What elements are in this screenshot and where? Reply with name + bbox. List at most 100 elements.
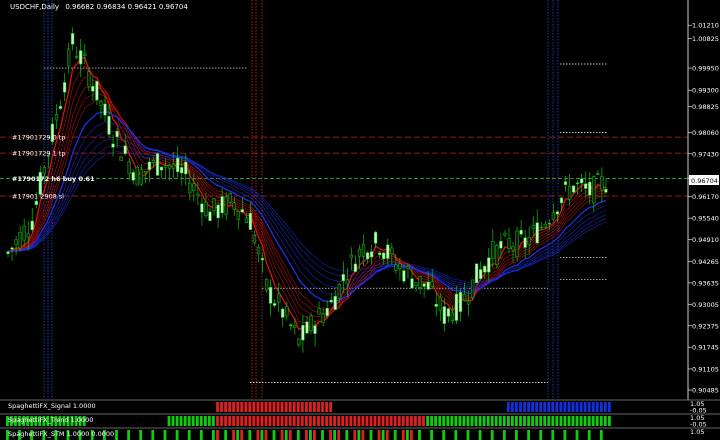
indicator-bar xyxy=(139,430,143,440)
candle-body xyxy=(6,251,10,254)
subwindow-scale-top: 1.05 xyxy=(690,428,704,436)
candle-body xyxy=(224,196,228,215)
indicator-bar xyxy=(587,416,591,426)
indicator-bar xyxy=(539,402,543,412)
candle-body xyxy=(337,283,341,299)
indicator-bar xyxy=(313,402,316,412)
indicator-bar xyxy=(369,430,373,440)
indicator-bar xyxy=(171,416,175,426)
mt4-chart-window[interactable]: USDCHF,Daily 0.96682 0.96834 0.96421 0.9… xyxy=(0,0,720,440)
candle-body xyxy=(143,171,148,174)
indicator-bar xyxy=(329,416,332,426)
indicator-bar xyxy=(599,416,603,426)
price-tick-label: 0.99300 xyxy=(692,87,719,95)
candle-body xyxy=(487,257,491,273)
candle-body xyxy=(321,313,325,323)
indicator-bar xyxy=(240,430,244,440)
candle-body xyxy=(252,235,257,243)
indicator-bar xyxy=(244,402,248,412)
indicator-bar xyxy=(575,416,579,426)
candle-body xyxy=(353,263,358,272)
candle-body xyxy=(70,33,75,45)
candle-body xyxy=(519,229,523,235)
candle-body xyxy=(559,197,564,204)
indicator-bar xyxy=(224,402,227,412)
candle-body xyxy=(176,157,180,173)
candle-body xyxy=(503,232,507,236)
price-tick-label: 0.95540 xyxy=(692,215,719,223)
price-tick-label: 0.94265 xyxy=(692,258,719,266)
candle-body xyxy=(418,276,422,288)
indicator-bar xyxy=(462,416,466,426)
indicator-bar xyxy=(329,430,332,440)
ma-line xyxy=(7,111,607,303)
indicator-bar xyxy=(482,416,486,426)
indicator-bar xyxy=(446,416,450,426)
indicator-bar xyxy=(317,402,320,412)
indicator-bar xyxy=(579,416,583,426)
candle-body xyxy=(91,86,95,92)
indicator-bar xyxy=(264,430,268,440)
indicator-bar xyxy=(527,430,530,440)
ma-line xyxy=(7,121,607,295)
indicator-bar xyxy=(288,402,292,412)
candle-body xyxy=(580,178,584,184)
indicator-bar xyxy=(502,416,506,426)
indicator-bar xyxy=(292,416,296,426)
indicator-bar xyxy=(559,402,563,412)
indicator-bar xyxy=(167,416,171,426)
indicator-bar xyxy=(252,416,256,426)
candle-body xyxy=(386,244,390,259)
indicator-bar xyxy=(563,430,567,440)
indicator-bar xyxy=(252,402,256,412)
candle-body xyxy=(305,321,309,334)
indicator-bar xyxy=(454,416,458,426)
ma-line xyxy=(7,65,606,326)
indicator-bar xyxy=(220,402,223,412)
candle-body xyxy=(511,246,515,251)
candle-body xyxy=(167,165,172,169)
indicator-bar xyxy=(309,430,312,440)
subwindow-label: SpaghettiFX_STM 1.0000 0.0000 xyxy=(8,430,114,438)
indicator-bar xyxy=(256,430,260,440)
candle-body xyxy=(523,237,527,248)
indicator-bar xyxy=(555,402,559,412)
price-tick-label: 0.96170 xyxy=(692,193,719,201)
candle-body xyxy=(236,211,240,220)
indicator-bar xyxy=(317,416,320,426)
indicator-bar xyxy=(547,416,551,426)
price-chart[interactable]: USDCHF,Daily 0.96682 0.96834 0.96421 0.9… xyxy=(0,0,720,440)
vertical-markers xyxy=(43,0,559,398)
indicator-bar xyxy=(547,402,551,412)
candle-body xyxy=(42,166,47,174)
indicator-bar xyxy=(559,416,563,426)
indicator-bar xyxy=(551,430,555,440)
candle-body xyxy=(297,338,301,346)
indicator-bar xyxy=(571,402,575,412)
indicator-bar xyxy=(434,416,437,426)
candle-body xyxy=(123,145,127,155)
indicator-bar xyxy=(418,430,421,440)
candle-body xyxy=(563,181,568,185)
indicator-bar xyxy=(511,402,514,412)
indicator-bar xyxy=(454,430,458,440)
indicator-bar xyxy=(583,402,587,412)
candle-body xyxy=(99,101,103,106)
indicator-bar xyxy=(535,416,538,426)
candle-body xyxy=(479,269,483,279)
candle-body xyxy=(26,233,30,238)
indicator-bar xyxy=(236,416,240,426)
candle-body xyxy=(410,278,414,289)
indicator-bar xyxy=(321,430,324,440)
indicator-bar xyxy=(551,416,555,426)
candle-body xyxy=(131,172,135,181)
indicator-bar xyxy=(228,416,231,426)
candle-body xyxy=(260,258,265,261)
indicator-bar xyxy=(248,416,252,426)
candle-body xyxy=(382,252,386,260)
indicator-bar xyxy=(430,416,433,426)
candle-body xyxy=(30,220,34,231)
indicator-bar xyxy=(587,402,591,412)
indicator-bar xyxy=(305,430,308,440)
indicator-bar xyxy=(442,416,446,426)
